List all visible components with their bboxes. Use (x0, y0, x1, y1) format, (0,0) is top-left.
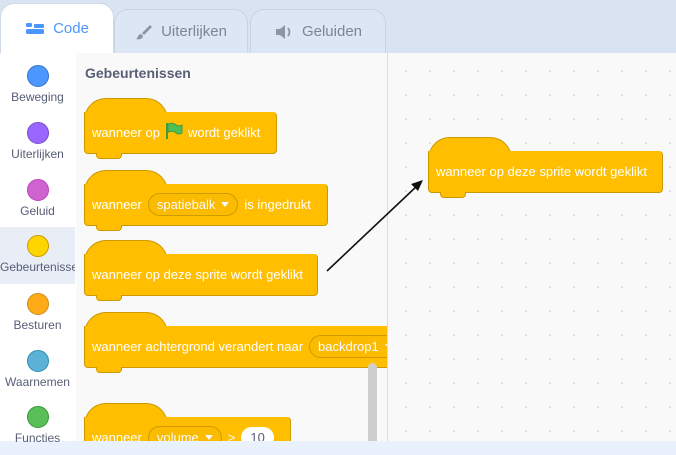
tab-costumes-label: Uiterlijken (161, 23, 227, 40)
block-text: wanneer achtergrond verandert naar (92, 339, 304, 354)
category-dot (26, 350, 49, 372)
dropdown-value: backdrop1 (318, 339, 379, 354)
value-input[interactable]: 10 (241, 427, 274, 441)
category-looks[interactable]: Uiterlijken (0, 114, 75, 171)
category-sound[interactable]: Geluid (0, 171, 75, 228)
dropdown-value: volume (156, 430, 199, 441)
backdrop-dropdown[interactable]: backdrop1 (309, 335, 387, 358)
code-icon (25, 21, 45, 37)
when-key-pressed-block[interactable]: wanneer spatiebalk is ingedrukt (84, 184, 328, 226)
category-operators[interactable]: Functies (0, 398, 75, 455)
block-palette: Gebeurtenissen wanneer op wordt geklikt … (76, 53, 388, 441)
tab-sounds[interactable]: Geluiden (250, 9, 386, 53)
block-notch (96, 295, 122, 301)
script-when-sprite-clicked-block[interactable]: wanneer op deze sprite wordt geklikt (428, 151, 663, 193)
category-label: Waarnemen (5, 375, 70, 389)
tab-code-label: Code (53, 20, 89, 37)
palette-scrollbar[interactable] (368, 363, 377, 441)
dropdown-value: spatiebalk (156, 197, 216, 212)
green-flag-icon (164, 122, 184, 143)
block-text: wanneer (92, 430, 142, 441)
paintbrush-icon (135, 23, 153, 41)
category-label: Beweging (11, 90, 64, 104)
block-text: wanneer (92, 197, 142, 212)
tab-code[interactable]: Code (0, 3, 114, 53)
block-text: wanneer op deze sprite wordt geklikt (92, 267, 304, 282)
operator-text: > (227, 430, 236, 441)
category-dot (26, 122, 49, 144)
category-label: Functies (14, 431, 61, 445)
when-backdrop-switches-block[interactable]: wanneer achtergrond verandert naar backd… (84, 326, 387, 368)
key-dropdown[interactable]: spatiebalk (147, 193, 239, 216)
category-menu: Beweging Uiterlijken Geluid Gebeurteniss… (0, 53, 77, 445)
when-greater-than-block[interactable]: wanneer volume > 10 (84, 417, 291, 441)
caret-down-icon (204, 435, 213, 440)
when-sprite-clicked-block[interactable]: wanneer op deze sprite wordt geklikt (84, 254, 318, 296)
block-text: wanneer op (92, 125, 160, 140)
when-flag-clicked-block[interactable]: wanneer op wordt geklikt (84, 112, 277, 154)
block-text: wordt geklikt (187, 125, 261, 140)
editor-tab-bar: Code Uiterlijken Geluiden (0, 0, 676, 53)
category-label: Geluid (20, 204, 55, 218)
category-dot (26, 235, 49, 257)
tab-costumes[interactable]: Uiterlijken (114, 9, 248, 53)
category-dot (26, 406, 49, 428)
category-sensing[interactable]: Waarnemen (0, 342, 75, 399)
category-label: Uiterlijken (11, 147, 64, 161)
sensor-dropdown[interactable]: volume (147, 426, 222, 441)
speaker-icon (274, 24, 294, 40)
block-notch (440, 192, 466, 198)
category-dot (26, 179, 49, 201)
category-motion[interactable]: Beweging (0, 57, 75, 114)
category-events[interactable]: Gebeurtenissen (0, 227, 75, 284)
tab-sounds-label: Geluiden (301, 23, 363, 40)
script-area[interactable]: wanneer op deze sprite wordt geklikt (388, 53, 676, 441)
category-dot (26, 293, 49, 315)
block-text: wanneer op deze sprite wordt geklikt (436, 164, 648, 179)
block-notch (96, 367, 122, 373)
block-text: is ingedrukt (244, 197, 311, 212)
block-notch (96, 225, 122, 231)
category-dot (26, 65, 49, 87)
category-label: Gebeurtenissen (0, 260, 75, 274)
caret-down-icon (221, 202, 230, 207)
palette-section-title: Gebeurtenissen (85, 65, 191, 81)
category-control[interactable]: Besturen (0, 285, 75, 342)
category-label: Besturen (13, 318, 62, 332)
block-notch (96, 153, 122, 159)
